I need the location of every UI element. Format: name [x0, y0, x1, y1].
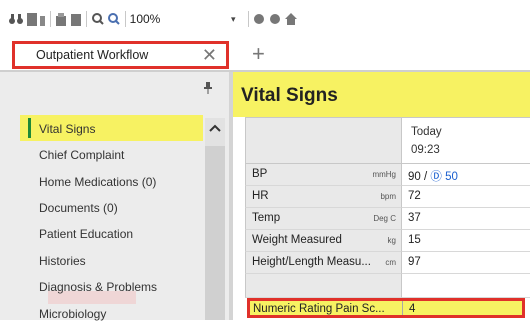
toolbar-separator	[50, 11, 51, 27]
nav-item-histories[interactable]: Histories	[39, 254, 86, 268]
table-row-pain-score[interactable]: Numeric Rating Pain Sc... 4	[247, 298, 525, 318]
page-title: Vital Signs	[241, 85, 338, 106]
chevron-up-icon[interactable]	[205, 120, 225, 136]
section-header: Vital Signs	[233, 72, 530, 118]
zoom-dropdown[interactable]: ▾	[183, 10, 246, 28]
nav-item-documents[interactable]: Documents (0)	[39, 201, 118, 215]
row-label-hr[interactable]: HR bpm	[245, 186, 402, 208]
nav-item-patient-education[interactable]: Patient Education	[39, 227, 133, 241]
zoom-in-icon[interactable]	[108, 12, 120, 26]
nav-active-indicator	[28, 118, 31, 138]
toolbar-separator	[248, 11, 249, 27]
column-time: 09:23	[411, 144, 440, 156]
print-icon[interactable]	[56, 12, 66, 26]
cell-divider	[402, 301, 403, 315]
chevron-down-icon[interactable]: ▾	[231, 14, 236, 25]
grid-header-corner	[245, 117, 402, 164]
row-label-spacer	[245, 274, 402, 298]
nav-item-home-medications[interactable]: Home Medications (0)	[39, 175, 156, 189]
column-header[interactable]: Today 09:23	[402, 117, 530, 164]
binoculars-icon[interactable]	[8, 12, 24, 26]
add-tab-button[interactable]: +	[252, 42, 265, 66]
pin-icon[interactable]	[204, 82, 212, 97]
toolbar-separator	[86, 11, 87, 27]
tab-label: Outpatient Workflow	[36, 48, 149, 62]
nav-scrollbar-thumb[interactable]	[205, 146, 225, 320]
row-value-pain-score[interactable]: 4	[409, 303, 415, 315]
home-icon[interactable]	[285, 12, 297, 26]
row-value-temp[interactable]: 37	[402, 208, 530, 230]
zoom-value: 100%	[129, 12, 161, 26]
zoom-out-icon[interactable]	[92, 12, 104, 26]
row-value-weight[interactable]: 15	[402, 230, 530, 252]
close-icon[interactable]: ✕	[202, 45, 217, 65]
row-value-bp[interactable]: 90 / Ⓓ 50	[402, 164, 530, 186]
toolbar: 100% ▾	[0, 0, 530, 38]
row-label-bp[interactable]: BP mmHg	[245, 164, 402, 186]
nav-item-diagnosis-problems[interactable]: Diagnosis & Problems	[39, 280, 157, 294]
nav-item-microbiology[interactable]: Microbiology	[39, 307, 106, 321]
row-value-hr[interactable]: 72	[402, 186, 530, 208]
row-label-height[interactable]: Height/Length Measu... cm	[245, 252, 402, 274]
row-value-height[interactable]: 97	[402, 252, 530, 274]
bp-linked-value[interactable]: Ⓓ 50	[430, 171, 458, 183]
row-label-weight[interactable]: Weight Measured kg	[245, 230, 402, 252]
column-date: Today	[411, 126, 442, 138]
row-label-pain-score: Numeric Rating Pain Sc...	[253, 303, 385, 315]
row-label-temp[interactable]: Temp Deg C	[245, 208, 402, 230]
row-value-spacer	[402, 274, 530, 298]
document-small-icon[interactable]	[39, 12, 45, 26]
nav-item-vital-signs[interactable]: Vital Signs	[39, 122, 95, 136]
tab-outpatient-workflow[interactable]: Outpatient Workflow ✕	[12, 41, 229, 69]
nav-item-chief-complaint[interactable]: Chief Complaint	[39, 148, 124, 162]
circle-icon[interactable]	[253, 12, 265, 26]
grid-margin	[233, 117, 245, 320]
circle-icon[interactable]	[269, 12, 281, 26]
print-preview-icon[interactable]	[71, 12, 81, 26]
toolbar-separator	[125, 11, 126, 27]
document-icon[interactable]	[27, 12, 37, 26]
